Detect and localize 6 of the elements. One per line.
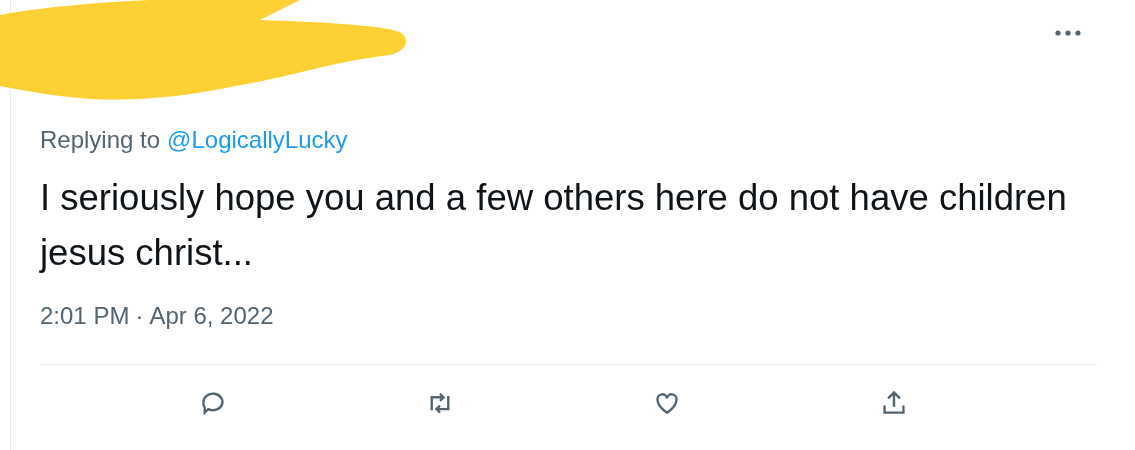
replying-to-label: Replying to (40, 126, 161, 154)
tweet-time: 2:01 PM (40, 302, 130, 330)
tweet-date[interactable]: Apr 6, 2022 (149, 302, 274, 330)
separator-dot: · (135, 302, 144, 330)
more-icon[interactable] (1053, 28, 1083, 38)
tweet-text: I seriously hope you and a few others here do not have children jesus christ... (40, 176, 1068, 275)
